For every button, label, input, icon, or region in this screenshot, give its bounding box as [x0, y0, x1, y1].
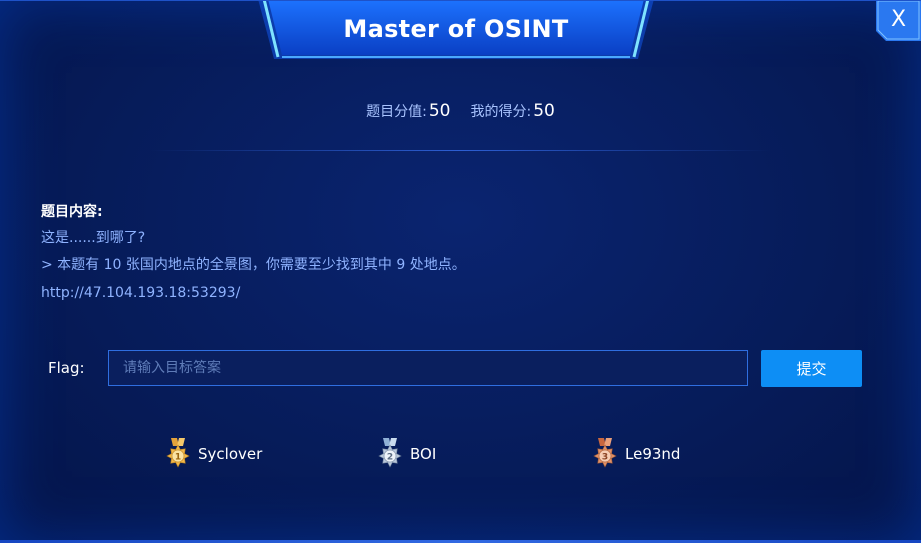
- close-label: X: [890, 7, 907, 32]
- divider: [150, 150, 771, 151]
- submit-button[interactable]: 提交: [761, 350, 862, 387]
- rank-item-3: 3 Le93nd: [591, 438, 680, 470]
- svg-text:2: 2: [387, 453, 393, 463]
- challenge-content: 题目内容: 这是......到哪了? > 本题有 10 张国内地点的全景图，你需…: [41, 202, 861, 303]
- rank-name: Syclover: [198, 445, 263, 463]
- silver-medal-icon: 2: [378, 438, 402, 468]
- my-score-label: 我的得分:: [470, 104, 532, 120]
- rank-item-1: 1 Syclover: [164, 438, 262, 470]
- svg-text:3: 3: [602, 453, 608, 463]
- rank-item-2: 2 BOI: [376, 438, 436, 470]
- challenge-score-label: 题目分值:: [366, 104, 427, 120]
- flag-input[interactable]: [108, 350, 748, 386]
- challenge-dialog: Master of OSINT X 题目分值: 50 我的得分: 50 题目内容: 这…: [0, 0, 921, 543]
- close-button[interactable]: X: [876, 1, 921, 41]
- rank-name: Le93nd: [625, 445, 681, 463]
- title-banner: Master of OSINT: [258, 1, 654, 61]
- content-line: > 本题有 10 张国内地点的全景图，你需要至少找到其中 9 处地点。: [41, 257, 466, 273]
- dialog-title: Master of OSINT: [343, 15, 569, 43]
- flag-label: Flag:: [48, 359, 85, 377]
- gold-medal-icon: 1: [166, 438, 190, 468]
- challenge-link[interactable]: http://47.104.193.18:53293/: [41, 283, 240, 303]
- svg-text:1: 1: [175, 453, 181, 463]
- rank-name: BOI: [410, 445, 437, 463]
- bronze-medal-icon: 3: [593, 438, 617, 468]
- content-heading: 题目内容:: [41, 204, 103, 220]
- my-score-value: 50: [533, 101, 555, 121]
- score-row: 题目分值: 50 我的得分: 50: [0, 101, 921, 121]
- challenge-score-value: 50: [428, 101, 451, 121]
- content-line: 这是......到哪了?: [41, 230, 146, 246]
